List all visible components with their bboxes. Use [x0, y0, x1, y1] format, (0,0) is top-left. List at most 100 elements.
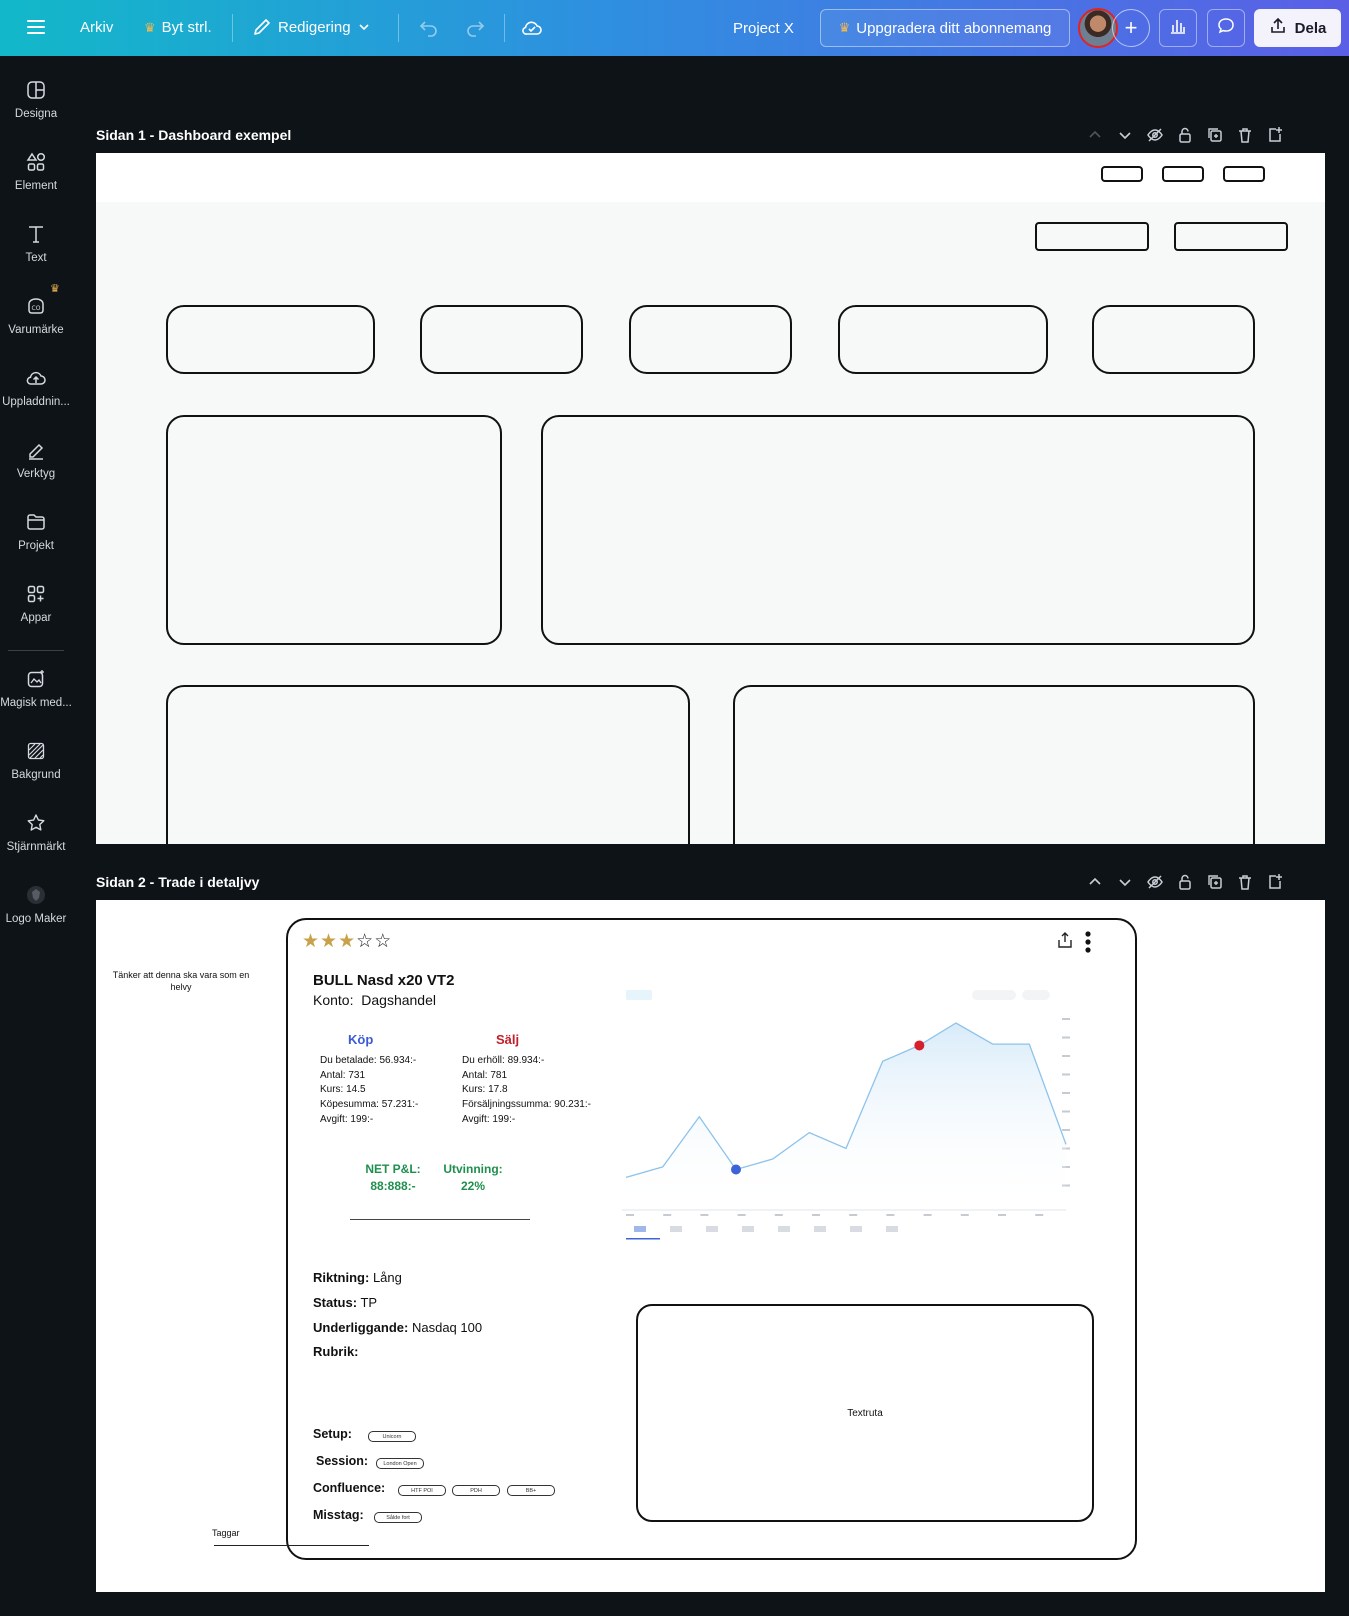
editing-mode-button[interactable]: Redigering — [252, 17, 371, 37]
add-page-icon[interactable] — [1266, 126, 1284, 144]
range-tab[interactable] — [670, 1226, 682, 1232]
range-tab[interactable] — [886, 1226, 898, 1232]
rating-stars[interactable]: ★★★☆☆ — [302, 930, 392, 953]
interval-selector[interactable] — [626, 990, 652, 1000]
kpi-card-placeholder[interactable] — [420, 305, 583, 374]
chevron-up-icon[interactable] — [1086, 126, 1104, 144]
trash-icon[interactable] — [1236, 126, 1254, 144]
project-name[interactable]: Project X — [733, 20, 794, 37]
session-tag[interactable]: London Open — [376, 1458, 424, 1469]
analytics-button[interactable] — [1159, 9, 1197, 47]
left-sidebar: Designa Element Text ♛ CO Varumärke Uppl… — [0, 56, 72, 1616]
chevron-down-icon[interactable] — [1116, 126, 1134, 144]
sidebar-item-tools[interactable]: Verktyg — [0, 439, 72, 480]
filter-button-placeholder[interactable] — [1035, 222, 1149, 251]
sidebar-item-logo-maker[interactable]: Logo Maker — [0, 884, 72, 925]
page-2-canvas[interactable]: Tänker att denna ska vara som en helvy ★… — [96, 900, 1325, 1592]
more-options-icon[interactable] — [1084, 931, 1092, 958]
lock-icon[interactable] — [1176, 126, 1194, 144]
sidebar-item-apps[interactable]: Appar — [0, 583, 72, 624]
page-1-canvas[interactable] — [96, 153, 1325, 844]
crown-icon: ♛ — [144, 19, 156, 35]
header-nav-placeholder[interactable] — [1162, 166, 1204, 182]
chart-compare-pill[interactable] — [1022, 990, 1050, 1000]
chevron-down-icon[interactable] — [1116, 873, 1134, 891]
text-box[interactable]: Textruta — [636, 1304, 1094, 1522]
share-button[interactable]: Dela — [1254, 9, 1341, 47]
panel-placeholder[interactable] — [733, 685, 1255, 844]
panel-placeholder[interactable] — [166, 415, 502, 645]
sidebar-item-background[interactable]: Bakgrund — [0, 740, 72, 781]
apps-icon — [25, 583, 47, 605]
header-nav-placeholder[interactable] — [1101, 166, 1143, 182]
text-icon — [25, 223, 47, 245]
hide-eye-icon[interactable] — [1146, 873, 1164, 891]
confluence-tag[interactable]: PDH — [452, 1485, 500, 1496]
sidebar-item-uploads[interactable]: Uppladdnin... — [0, 367, 72, 408]
kpi-card-placeholder[interactable] — [1092, 305, 1255, 374]
menu-arkiv[interactable]: Arkiv — [80, 19, 113, 36]
resize-button[interactable]: ♛ Byt strl. — [144, 19, 212, 36]
filter-button-placeholder[interactable] — [1174, 222, 1288, 251]
entry-marker[interactable] — [731, 1164, 741, 1175]
hide-eye-icon[interactable] — [1146, 126, 1164, 144]
exit-marker[interactable] — [914, 1040, 925, 1051]
confluence-tag[interactable]: HTF POI — [398, 1485, 446, 1496]
range-tab[interactable] — [706, 1226, 718, 1232]
main-chart-placeholder[interactable] — [541, 415, 1255, 645]
kpi-card-placeholder[interactable] — [166, 305, 375, 374]
sidebar-item-brand[interactable]: CO Varumärke — [0, 295, 72, 336]
kpi-card-placeholder[interactable] — [629, 305, 792, 374]
undo-icon[interactable] — [418, 17, 440, 39]
star-icon[interactable]: ★ — [320, 931, 338, 952]
page-1-title[interactable]: Sidan 1 - Dashboard exempel — [96, 127, 291, 143]
star-icon[interactable]: ★ — [302, 931, 320, 952]
shapes-icon — [25, 151, 47, 173]
duplicate-icon[interactable] — [1206, 126, 1224, 144]
lock-icon[interactable] — [1176, 873, 1194, 891]
sticky-note[interactable]: Tänker att denna ska vara som en helvy — [106, 969, 256, 993]
direction-label: Riktning: — [313, 1270, 370, 1285]
sidebar-item-magic-media[interactable]: Magisk med... — [0, 668, 72, 709]
buy-heading: Köp — [348, 1032, 374, 1047]
chart-settings-pill[interactable] — [972, 990, 1016, 1000]
star-outline-icon[interactable]: ☆ — [374, 931, 392, 952]
add-collaborator-button[interactable]: + — [1112, 9, 1150, 47]
sidebar-item-starred[interactable]: Stjärnmärkt — [0, 812, 72, 853]
range-tab[interactable] — [778, 1226, 790, 1232]
plus-icon: + — [1124, 15, 1138, 40]
sidebar-item-element[interactable]: Element — [0, 151, 72, 192]
star-icon[interactable]: ★ — [338, 931, 356, 952]
share-icon[interactable] — [1056, 931, 1074, 954]
tags-caption[interactable]: Taggar — [212, 1528, 240, 1538]
price-chart[interactable] — [622, 978, 1082, 1258]
hamburger-icon[interactable] — [26, 17, 46, 37]
annotation-arrow[interactable] — [214, 1545, 369, 1546]
cloud-saved-icon[interactable] — [520, 16, 544, 40]
star-outline-icon[interactable]: ☆ — [356, 931, 374, 952]
mistake-tag[interactable]: Sålde fort — [374, 1512, 422, 1523]
upgrade-button[interactable]: ♛ Uppgradera ditt abonnemang — [820, 9, 1070, 47]
setup-tag[interactable]: Unicorn — [368, 1431, 416, 1442]
comments-button[interactable] — [1207, 9, 1245, 47]
range-tab[interactable] — [850, 1226, 862, 1232]
range-tab[interactable] — [814, 1226, 826, 1232]
sidebar-item-projects[interactable]: Projekt — [0, 511, 72, 552]
range-tab[interactable] — [634, 1226, 646, 1232]
page-2-title[interactable]: Sidan 2 - Trade i detaljvy — [96, 874, 259, 890]
range-tab[interactable] — [742, 1226, 754, 1232]
trash-icon[interactable] — [1236, 873, 1254, 891]
chevron-up-icon[interactable] — [1086, 873, 1104, 891]
redo-icon[interactable] — [464, 17, 486, 39]
add-page-icon[interactable] — [1266, 873, 1284, 891]
x-axis-tick — [886, 1214, 895, 1216]
header-nav-placeholder[interactable] — [1223, 166, 1265, 182]
confluence-tag[interactable]: BB+ — [507, 1485, 555, 1496]
panel-placeholder[interactable] — [166, 685, 690, 844]
sidebar-item-design[interactable]: Designa — [0, 79, 72, 120]
duplicate-icon[interactable] — [1206, 873, 1224, 891]
kpi-card-placeholder[interactable] — [838, 305, 1048, 374]
range-tabs[interactable] — [626, 1226, 898, 1240]
trade-detail-card[interactable]: ★★★☆☆ BULL Nasd x20 VT2 Konto: Dagshande… — [286, 918, 1137, 1560]
sidebar-item-text[interactable]: Text — [0, 223, 72, 264]
